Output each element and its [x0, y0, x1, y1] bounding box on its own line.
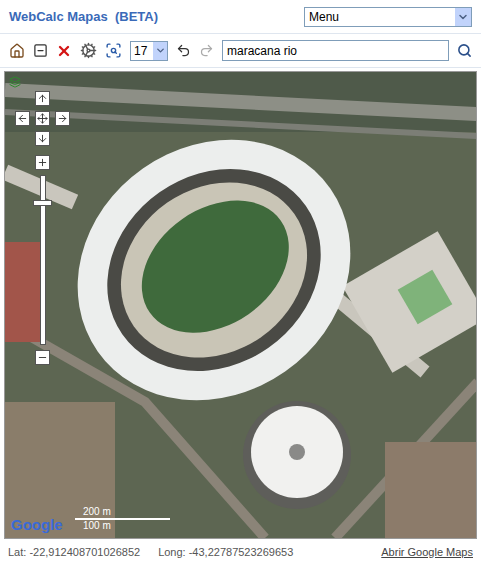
arrow-up-icon[interactable]	[37, 93, 48, 104]
close-icon[interactable]	[56, 43, 72, 59]
scale-bar: 200 m100 m	[75, 506, 170, 532]
zoom-slider-handle[interactable]	[33, 200, 52, 206]
arrow-left-icon[interactable]	[17, 113, 28, 124]
gears-icon[interactable]	[80, 42, 97, 59]
toolbar: 17 maracana rio	[0, 34, 481, 68]
pan-left-button[interactable]	[15, 111, 30, 126]
home-icon[interactable]	[9, 43, 25, 59]
center-button[interactable]	[35, 111, 50, 126]
map-canvas[interactable]: Google 200 m100 m	[4, 71, 477, 539]
app-window: WebCalc Mapas (BETA) Menu 17 maracana rio Go…	[0, 0, 481, 565]
menu-select[interactable]: Menu	[304, 7, 472, 27]
pan-down-button[interactable]	[35, 131, 50, 146]
map-navigation	[9, 76, 70, 365]
dropdown-arrow-icon[interactable]	[455, 8, 471, 26]
dropdown-arrow-icon[interactable]	[155, 45, 166, 56]
search-input[interactable]: maracana rio	[222, 40, 449, 61]
header: WebCalc Mapas (BETA) Menu	[0, 0, 481, 34]
google-logo: Google	[11, 517, 63, 532]
layers-icon[interactable]	[9, 76, 21, 88]
pan-right-button[interactable]	[55, 111, 70, 126]
zoom-window-icon[interactable]	[105, 42, 122, 59]
pan-up-button[interactable]	[35, 91, 50, 106]
center-icon[interactable]	[37, 113, 48, 124]
zoom-out-button[interactable]	[35, 350, 50, 365]
app-title: WebCalc Mapas (BETA)	[9, 7, 158, 27]
latitude: Lat: -22,912408701026852	[8, 544, 140, 561]
open-google-maps-link[interactable]: Abrir Google Maps	[381, 544, 473, 561]
redo-icon[interactable]	[199, 43, 214, 58]
minus-icon[interactable]	[37, 352, 48, 363]
arrow-down-icon[interactable]	[37, 133, 48, 144]
search-icon[interactable]	[457, 43, 472, 58]
zoom-select[interactable]: 17	[130, 41, 168, 61]
undo-icon[interactable]	[176, 43, 191, 58]
arrow-right-icon[interactable]	[57, 113, 68, 124]
minus-box-icon[interactable]	[33, 43, 48, 58]
longitude: Long: -43,22787523269653	[158, 544, 293, 561]
zoom-slider[interactable]	[35, 175, 50, 345]
status-bar: Lat: -22,912408701026852 Long: -43,227875…	[0, 539, 481, 565]
satellite-image	[5, 72, 477, 538]
zoom-in-button[interactable]	[35, 155, 50, 170]
plus-icon[interactable]	[37, 157, 48, 168]
